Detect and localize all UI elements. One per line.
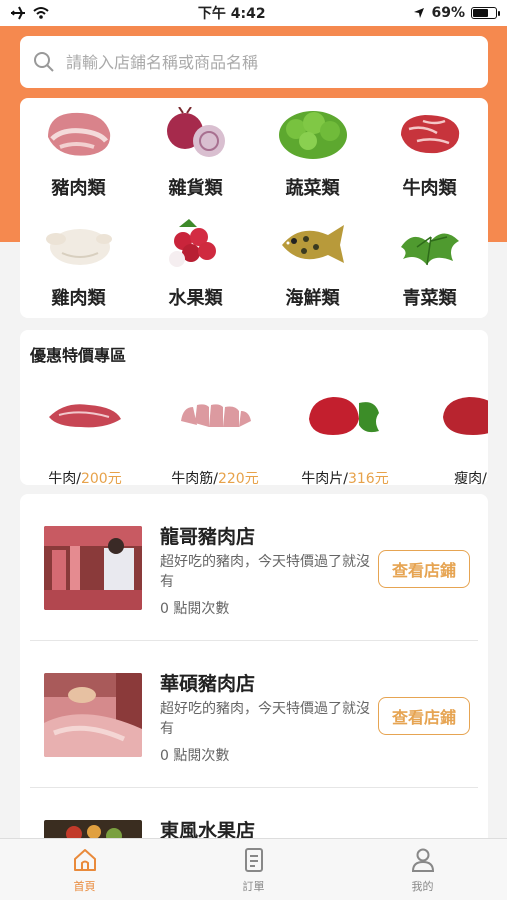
category-label: 水果類 — [168, 288, 223, 309]
battery-fill — [473, 9, 489, 17]
category-beef[interactable]: 牛肉類 — [371, 98, 488, 208]
airplane-icon — [11, 6, 25, 20]
shop-photo — [44, 526, 142, 610]
beef-tendon-icon — [181, 404, 251, 427]
lettuce-icon — [278, 111, 347, 159]
shop-name: 華碩豬肉店 — [160, 673, 256, 695]
category-label: 雜貨類 — [168, 178, 223, 199]
promo-price: 6 — [487, 471, 488, 485]
promo-name: 牛肉筋/ — [171, 471, 218, 485]
category-pork[interactable]: 豬肉類 — [20, 98, 137, 208]
shop-list: 龍哥豬肉店 超好吃的豬肉，今天特價過了就沒有 0 點閱次數 查看店鋪 華碩豬肉店… — [20, 494, 488, 854]
status-time: 下午 4:42 — [197, 6, 266, 22]
onion-icon — [166, 107, 225, 157]
category-label: 牛肉類 — [402, 178, 457, 199]
search-icon — [34, 52, 54, 72]
status-left — [10, 6, 50, 20]
promo-name: 牛肉片/ — [301, 471, 348, 485]
fish-icon — [281, 225, 344, 263]
shop-name: 龍哥豬肉店 — [160, 526, 256, 548]
promo-item[interactable]: 牛肉片/316元 — [280, 370, 410, 485]
promo-price: 316元 — [347, 471, 389, 485]
promo-label: 牛肉/200元 — [48, 468, 121, 485]
shop-photo — [44, 673, 142, 757]
promo-item[interactable]: 牛肉/200元 — [20, 370, 150, 485]
tab-label: 訂單 — [242, 879, 265, 893]
shop-description: 超好吃的豬肉，今天特價過了就沒有 — [160, 701, 370, 737]
tab-profile[interactable]: 我的 — [338, 839, 507, 900]
promo-title: 優惠特價專區 — [30, 346, 127, 365]
lychee-icon — [168, 219, 216, 267]
category-vegetable[interactable]: 蔬菜類 — [254, 98, 371, 208]
category-label: 青菜類 — [402, 288, 457, 309]
category-label: 雞肉類 — [51, 288, 106, 309]
promo-label: 牛肉片/316元 — [301, 468, 388, 485]
category-grocery[interactable]: 雜貨類 — [137, 98, 254, 208]
shop-views: 0 點閱次數 — [160, 601, 230, 617]
promo-list: 牛肉/200元 牛肉筋/220元 牛肉片/316元 瘦肉/6 — [20, 370, 488, 485]
shop-description: 超好吃的豬肉，今天特價過了就沒有 — [160, 554, 370, 590]
beef-icon — [400, 115, 459, 154]
promo-name: 牛肉/ — [48, 471, 81, 485]
chicken-icon — [45, 229, 112, 265]
battery-icon — [471, 7, 500, 19]
tab-orders[interactable]: 訂單 — [169, 839, 338, 900]
tab-label: 首頁 — [73, 879, 96, 893]
lean-meat-icon — [443, 397, 488, 435]
promo-price: 200元 — [80, 471, 122, 485]
promo-price: 220元 — [217, 471, 259, 485]
promo-item[interactable]: 瘦肉/6 — [410, 370, 488, 485]
category-label: 蔬菜類 — [285, 178, 340, 199]
pork-icon — [47, 112, 110, 156]
user-icon — [411, 848, 434, 872]
search-input[interactable] — [66, 52, 476, 72]
category-seafood[interactable]: 海鮮類 — [254, 208, 371, 318]
tab-label: 我的 — [411, 879, 434, 893]
promo-section: 優惠特價專區 牛肉/200元 牛肉筋/220元 牛肉片/316元 瘦肉/6 — [20, 330, 488, 485]
battery-percent: 69% — [431, 5, 465, 21]
promo-item[interactable]: 牛肉筋/220元 — [150, 370, 280, 485]
location-icon — [414, 8, 425, 18]
view-shop-button[interactable]: 查看店鋪 — [378, 697, 470, 735]
category-label: 豬肉類 — [51, 178, 106, 199]
beef-chunk-icon — [309, 397, 379, 435]
promo-label: 牛肉筋/220元 — [171, 468, 258, 485]
shop-item[interactable]: 龍哥豬肉店 超好吃的豬肉，今天特價過了就沒有 0 點閱次數 查看店鋪 — [30, 494, 478, 641]
tab-bar: 首頁 訂單 我的 — [0, 838, 507, 900]
order-icon — [244, 847, 263, 872]
beef-slice-icon — [49, 404, 121, 428]
category-chicken[interactable]: 雞肉類 — [20, 208, 137, 318]
category-label: 海鮮類 — [285, 288, 340, 309]
promo-label: 瘦肉/6 — [454, 468, 488, 485]
status-bar: 下午 4:42 69% — [0, 0, 507, 26]
category-fruit[interactable]: 水果類 — [137, 208, 254, 318]
shop-item[interactable]: 華碩豬肉店 超好吃的豬肉，今天特價過了就沒有 0 點閱次數 查看店鋪 — [30, 641, 478, 788]
greens-icon — [400, 233, 459, 266]
category-grid: 豬肉類 雜貨類 蔬菜類 牛肉類 雞肉類 水果類 海鮮類 青菜類 — [20, 98, 488, 318]
tab-home[interactable]: 首頁 — [0, 839, 169, 900]
wifi-icon — [33, 7, 49, 19]
category-greens[interactable]: 青菜類 — [371, 208, 488, 318]
home-icon — [73, 848, 96, 871]
promo-name: 瘦肉/ — [454, 471, 487, 485]
search-bar[interactable] — [20, 36, 488, 88]
shop-views: 0 點閱次數 — [160, 748, 230, 764]
view-shop-button[interactable]: 查看店鋪 — [378, 550, 470, 588]
status-right: 69% — [413, 5, 500, 21]
